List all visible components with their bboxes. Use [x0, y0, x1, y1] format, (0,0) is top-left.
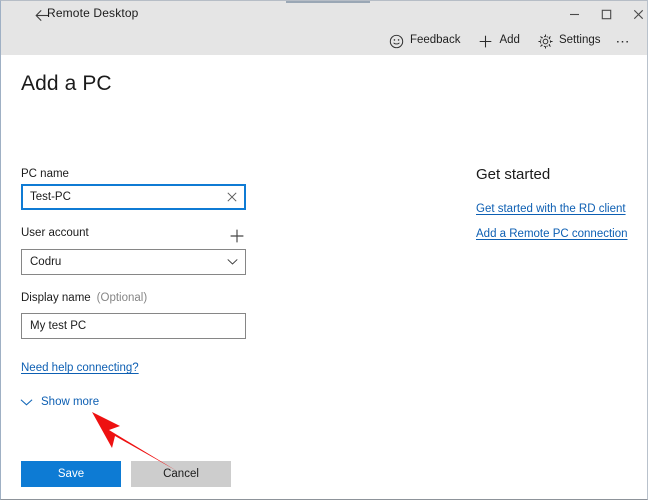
title-bar: Remote Desktop Feedback Add Settings ⋯	[1, 1, 647, 55]
pc-name-label: PC name	[21, 168, 69, 180]
pc-name-input[interactable]: Test-PC	[21, 184, 246, 210]
user-account-value: Codru	[30, 256, 62, 268]
feedback-label: Feedback	[409, 34, 461, 47]
clear-pc-name-icon[interactable]	[220, 186, 244, 208]
settings-label: Settings	[558, 34, 601, 47]
display-name-optional-hint: (Optional)	[96, 292, 148, 304]
maximize-button[interactable]	[591, 1, 622, 27]
minimize-button[interactable]	[559, 1, 590, 27]
cancel-button[interactable]: Cancel	[131, 461, 231, 487]
feedback-button[interactable]: Feedback	[380, 28, 470, 54]
gear-icon	[538, 33, 553, 49]
title-bar-top-row: Remote Desktop	[1, 1, 647, 27]
cancel-label: Cancel	[163, 468, 199, 480]
display-name-label: Display name (Optional)	[21, 292, 147, 304]
display-name-input[interactable]: My test PC	[21, 313, 246, 339]
user-account-label: User account	[21, 227, 89, 239]
plus-icon	[478, 34, 493, 49]
user-account-select[interactable]: Codru	[21, 249, 246, 275]
content-area: Add a PC PC name Test-PC User account Co…	[1, 55, 647, 499]
save-label: Save	[57, 468, 85, 480]
overflow-label: ⋯	[615, 32, 631, 49]
pc-name-value: Test-PC	[30, 191, 71, 203]
ellipsis-icon[interactable]: ⋯	[610, 28, 642, 54]
save-button[interactable]: Save	[21, 461, 121, 487]
smiley-feedback-icon	[389, 34, 404, 49]
window-title: Remote Desktop	[47, 6, 139, 20]
remote-desktop-window: Remote Desktop Feedback Add Settings ⋯ A…	[0, 0, 648, 500]
close-button[interactable]	[623, 1, 647, 27]
add-button[interactable]: Add	[469, 28, 528, 54]
get-started-heading: Get started	[476, 166, 551, 183]
display-name-value: My test PC	[30, 320, 87, 332]
command-bar: Feedback Add Settings ⋯	[380, 27, 641, 55]
show-more-label: Show more	[41, 396, 100, 408]
add-remote-pc-connection-link[interactable]: Add a Remote PC connection	[476, 228, 628, 240]
chevron-down-icon	[219, 250, 245, 274]
add-user-account-button[interactable]	[226, 225, 248, 247]
display-name-label-text: Display name	[21, 292, 91, 304]
show-more-toggle[interactable]: Show more	[19, 395, 99, 409]
page-title: Add a PC	[21, 72, 112, 95]
need-help-connecting-link[interactable]: Need help connecting?	[21, 362, 139, 374]
settings-button[interactable]: Settings	[529, 28, 610, 54]
chevron-down-icon	[19, 395, 33, 409]
add-label: Add	[499, 34, 520, 47]
get-started-rd-client-link[interactable]: Get started with the RD client	[476, 203, 626, 215]
